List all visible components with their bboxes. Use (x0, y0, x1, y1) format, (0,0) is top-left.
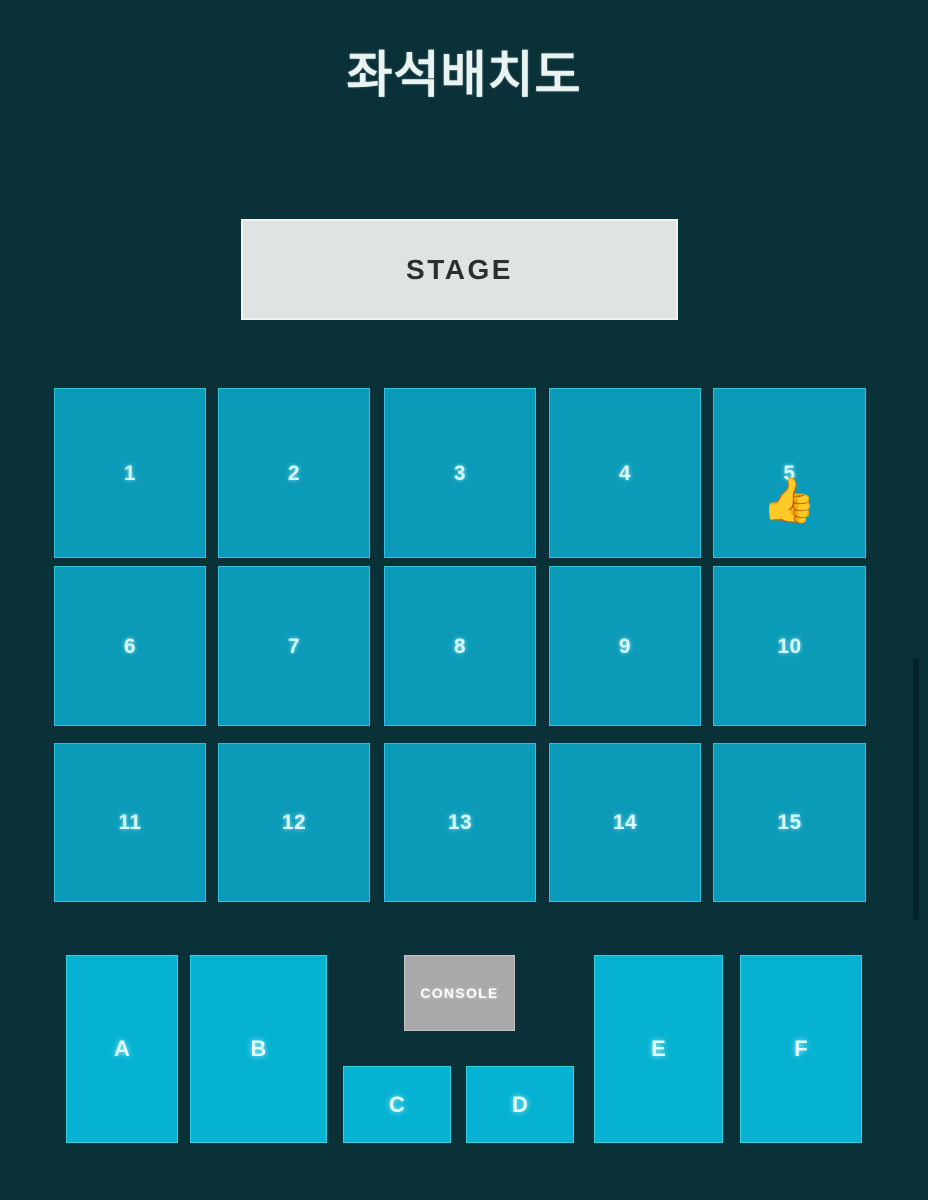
seat-label: 2 (287, 461, 301, 485)
seat-block-14[interactable]: 14 (549, 743, 701, 902)
scrollbar-track[interactable] (912, 0, 920, 1200)
zone-label: D (512, 1091, 528, 1117)
seat-label: 11 (118, 811, 142, 834)
seat-block-5[interactable]: 5 👍 (713, 388, 866, 558)
zone-label: F (794, 1036, 808, 1061)
seat-label: 14 (612, 811, 638, 834)
seat-inner: 10 (777, 636, 801, 657)
seat-label: 3 (453, 461, 467, 485)
seat-inner: 5 👍 (762, 463, 817, 523)
seat-inner: 13 (448, 812, 472, 833)
seat-block-6[interactable]: 6 (54, 566, 206, 726)
zone-label: E (651, 1036, 666, 1061)
seat-block-3[interactable]: 3 (384, 388, 536, 558)
seat-block-10[interactable]: 10 (713, 566, 866, 726)
zone-block-f[interactable]: F (740, 955, 862, 1143)
seat-inner: 14 (613, 812, 637, 833)
seat-block-13[interactable]: 13 (384, 743, 536, 902)
seat-label: 10 (777, 634, 802, 658)
seat-block-2[interactable]: 2 (218, 388, 370, 558)
console-block: CONSOLE (404, 955, 515, 1031)
seat-label: 7 (287, 634, 301, 658)
thumbs-up-icon: 👍 (761, 475, 818, 525)
stage-label: STAGE (406, 253, 513, 285)
zone-block-b[interactable]: B (190, 955, 327, 1143)
seat-block-8[interactable]: 8 (384, 566, 536, 726)
seat-block-12[interactable]: 12 (218, 743, 370, 902)
zone-label: B (250, 1036, 267, 1061)
seat-block-11[interactable]: 11 (54, 743, 206, 902)
scrollbar-thumb[interactable] (913, 658, 919, 920)
seat-block-1[interactable]: 1 (54, 388, 206, 558)
zone-label: A (114, 1036, 130, 1061)
seat-block-4[interactable]: 4 (549, 388, 701, 558)
page-title: 좌석배치도 (346, 47, 582, 103)
console-label: CONSOLE (420, 985, 499, 1001)
seat-label: 4 (618, 461, 632, 485)
seat-label: 9 (618, 634, 632, 658)
seat-inner: 8 (454, 636, 466, 657)
seat-inner: 9 (619, 636, 631, 657)
seat-label: 8 (453, 634, 467, 658)
zone-label: C (389, 1091, 405, 1117)
seat-inner: 6 (124, 636, 136, 657)
zone-block-c[interactable]: C (343, 1066, 451, 1143)
seat-inner: 4 (619, 463, 631, 484)
zone-block-a[interactable]: A (66, 955, 178, 1143)
seat-inner: 1 (124, 463, 136, 484)
seating-chart-screen: 좌석배치도 STAGE 1 2 3 4 5 👍 6 7 8 9 10 11 12… (0, 0, 928, 1200)
seat-label: 13 (447, 811, 473, 834)
seat-block-7[interactable]: 7 (218, 566, 370, 726)
seat-label: 6 (123, 634, 137, 658)
seat-block-15[interactable]: 15 (713, 743, 866, 902)
seat-block-9[interactable]: 9 (549, 566, 701, 726)
seat-label: 12 (281, 811, 307, 834)
seat-label: 15 (777, 811, 802, 834)
seat-inner: 15 (777, 812, 801, 833)
seat-inner: 3 (454, 463, 466, 484)
seat-inner: 12 (282, 812, 306, 833)
seat-label: 1 (123, 461, 137, 485)
zone-block-e[interactable]: E (594, 955, 723, 1143)
zone-block-d[interactable]: D (466, 1066, 574, 1143)
seat-inner: 2 (288, 463, 300, 484)
stage-block: STAGE (241, 219, 678, 320)
seat-inner: 7 (288, 636, 300, 657)
seat-inner: 11 (118, 812, 141, 833)
